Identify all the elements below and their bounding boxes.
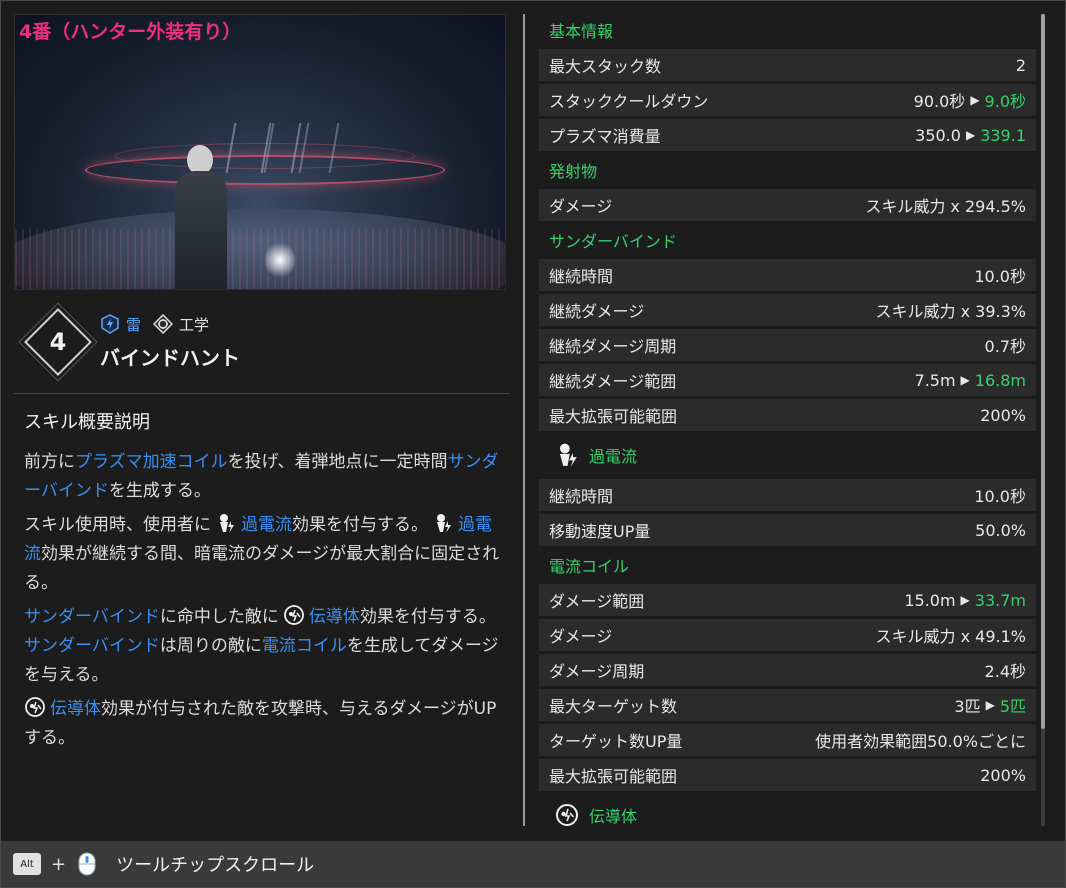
stat-row: ダメージ スキル威力 x 49.1% (539, 619, 1036, 651)
stat-row: プラズマ消費量 350.0 ▶ 339.1 (539, 119, 1036, 151)
skill-tags: 雷 工学 (100, 312, 209, 336)
keyword-link[interactable]: 電流コイル (262, 636, 347, 656)
stat-row: 移動速度UP量 50.0% (539, 514, 1036, 546)
keyword-link[interactable]: プラズマ加速コイル (75, 452, 228, 472)
category-tag: 工学 (179, 315, 210, 334)
stat-row: 継続時間 10.0秒 (539, 259, 1036, 291)
electric-icon (100, 314, 120, 334)
skill-name: バインドハント (100, 346, 240, 370)
section-header-current-coil: 電流コイル (549, 557, 630, 576)
footer-hint-bar: Alt + ツールチップスクロール (1, 841, 1065, 887)
section-header-conductor: 伝導体 (539, 794, 1036, 826)
conductor-icon (283, 605, 304, 625)
stat-row: ターゲット数UP量 使用者効果範囲50.0%ごとに (539, 724, 1036, 756)
alt-key-icon: Alt (13, 853, 41, 875)
stat-row: 継続時間 10.0秒 (539, 479, 1036, 511)
description-paragraph: スキル使用時、使用者に 過電流効果を付与する。 過電流効果が継続する間、暗電流のダメ… (24, 511, 500, 598)
preview-glow (265, 240, 295, 280)
preview-character (165, 145, 235, 289)
stat-row: 継続ダメージ周期 0.7秒 (539, 329, 1036, 361)
element-tag: 雷 (126, 315, 142, 334)
overcurrent-icon (559, 443, 577, 467)
conductor-icon (556, 804, 578, 826)
description-heading: スキル概要説明 (24, 412, 150, 433)
keyword-link[interactable]: 伝導体 (309, 607, 360, 627)
mouse-wheel-icon (78, 852, 96, 876)
stat-row: ダメージ スキル威力 x 294.5% (539, 189, 1036, 221)
preview-floor-pattern (15, 229, 505, 289)
skill-overview-panel: 4番（ハンター外装有り） 4 雷 工学 バインドハント スキル概要説明 前方にプ… (14, 14, 510, 829)
stat-row: 継続ダメージ スキル威力 x 39.3% (539, 294, 1036, 326)
conductor-icon (25, 697, 45, 717)
skill-preview-video: 4番（ハンター外装有り） (14, 14, 506, 290)
stat-row: スタッククールダウン 90.0秒 ▶ 9.0秒 (539, 84, 1036, 116)
stat-row: 最大ターゲット数 3匹 ▶ 5匹 (539, 689, 1036, 721)
keyword-link[interactable]: 過電流 (241, 515, 292, 535)
description-paragraph: 前方にプラズマ加速コイルを投げ、着弾地点に一定時間サンダーバインドを生成する。 (24, 452, 499, 501)
stat-row: 最大拡張可能範囲 200% (539, 759, 1036, 791)
skill-stats-panel: 基本情報 最大スタック数 2 スタッククールダウン 90.0秒 ▶ 9.0秒 プラズマ消… (539, 14, 1036, 826)
skill-description: スキル概要説明 前方にプラズマ加速コイルを投げ、着弾地点に一定時間サンダーバイン… (14, 394, 510, 753)
stat-row: ダメージ周期 2.4秒 (539, 654, 1036, 686)
stat-row: 最大スタック数 2 (539, 49, 1036, 81)
preview-label: 4番（ハンター外装有り） (19, 21, 242, 43)
stat-row: ダメージ範囲 15.0m ▶ 33.7m (539, 584, 1036, 616)
scroll-hint-label: ツールチップスクロール (116, 855, 315, 876)
description-paragraph: 伝導体効果が付与された敵を攻撃時、与えるダメージがUPする。 (24, 695, 500, 753)
skill-slot-number: 4 (49, 328, 67, 356)
stats-scrollbar-thumb[interactable] (1041, 14, 1045, 729)
section-header-thunderbind: サンダーバインド (549, 232, 677, 251)
section-header-overcurrent: 過電流 (539, 434, 1036, 476)
stat-row: 継続ダメージ範囲 7.5m ▶ 16.8m (539, 364, 1036, 396)
section-header-projectile: 発射物 (549, 162, 598, 181)
keyword-link[interactable]: サンダーバインド (24, 607, 160, 627)
section-header-basic: 基本情報 (549, 22, 614, 41)
skill-header: 4 雷 工学 バインドハント (14, 290, 510, 394)
keyword-link[interactable]: 伝導体 (50, 699, 101, 719)
description-paragraph: サンダーバインドに命中した敵に 伝導体効果を付与する。 サンダーバインドは周りの敵に… (24, 603, 500, 690)
engineering-icon (153, 314, 174, 334)
overcurrent-icon (437, 514, 451, 533)
stat-row: 最大拡張可能範囲 200% (539, 399, 1036, 431)
panel-divider (523, 14, 525, 826)
plus-sign: + (51, 853, 67, 875)
overcurrent-icon (220, 514, 234, 533)
keyword-link[interactable]: サンダーバインド (24, 636, 160, 656)
